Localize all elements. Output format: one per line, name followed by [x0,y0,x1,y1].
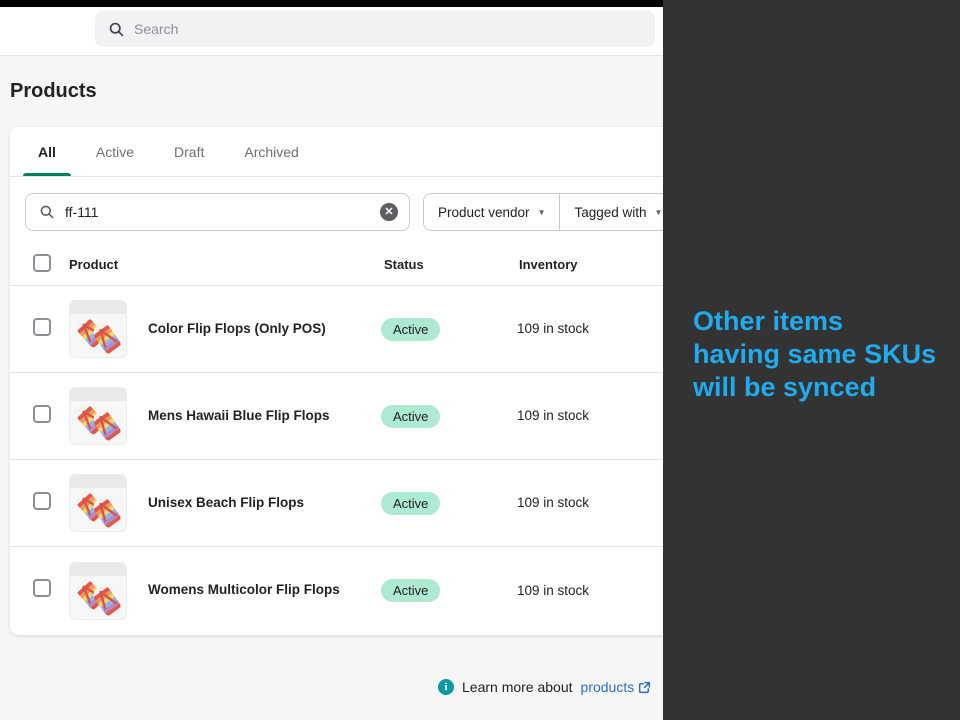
chevron-down-icon: ▼ [537,207,546,217]
table-header: Product Status Inventory [10,244,663,286]
table-row[interactable]: Unisex Beach Flip Flops Active 109 in st… [10,460,663,547]
row-checkbox[interactable] [33,404,51,423]
learn-more-footer: i Learn more about products [438,676,651,698]
search-icon [109,22,124,36]
tab-all[interactable]: All [23,127,71,176]
external-link-icon [639,681,651,693]
table-row[interactable]: Womens Multicolor Flip Flops Active 109 … [10,547,663,634]
clear-search-icon[interactable]: ✕ [380,203,398,221]
product-search-input[interactable] [65,204,370,220]
inventory-value: 109 in stock [517,408,590,423]
product-thumbnail [69,474,127,532]
tab-active[interactable]: Active [81,127,149,176]
info-icon: i [438,679,454,695]
product-title[interactable]: Color Flip Flops (Only POS) [148,321,326,336]
filter-area: ✕ Product vendor ▼ Tagged with ▼ [10,177,663,244]
tagged-with-filter[interactable]: Tagged with ▼ [559,194,663,230]
annotation-line: Other items [693,306,844,336]
products-link[interactable]: products [581,679,652,695]
product-thumbnail [69,300,127,358]
inventory-value: 109 in stock [517,582,590,598]
product-thumbnail [69,387,127,445]
product-vendor-label: Product vendor [438,204,530,220]
tab-archived[interactable]: Archived [229,127,313,176]
annotation-line: will be synced [693,372,877,402]
inventory-value: 109 in stock [517,321,590,336]
annotation-text: Other items having same SKUs will be syn… [693,305,936,404]
app-header [0,7,663,56]
product-title[interactable]: Womens Multicolor Flip Flops [148,582,340,597]
row-checkbox[interactable] [33,491,51,510]
footer-text: Learn more about [462,679,573,695]
product-title[interactable]: Unisex Beach Flip Flops [148,495,304,510]
column-inventory: Inventory [519,257,578,272]
annotation-line: having same SKUs [693,339,937,369]
row-checkbox[interactable] [33,317,51,336]
table-row[interactable]: Mens Hawaii Blue Flip Flops Active 109 i… [10,373,663,460]
product-thumbnail [69,561,127,620]
admin-pane: Products All Active Draft Archived ✕ Pro… [0,0,663,720]
status-badge: Active [381,491,441,515]
column-status: Status [384,257,424,272]
tagged-with-label: Tagged with [574,204,647,220]
top-black-bar [0,0,663,7]
global-search-input[interactable] [134,21,574,37]
annotation-panel: Other items having same SKUs will be syn… [663,0,960,720]
status-badge: Active [381,404,441,428]
global-search[interactable] [95,11,655,47]
tab-draft[interactable]: Draft [159,127,219,176]
tab-bar: All Active Draft Archived [10,127,663,177]
select-all-checkbox[interactable] [33,254,51,272]
product-vendor-filter[interactable]: Product vendor ▼ [424,194,559,230]
column-product: Product [69,257,119,272]
product-filter-search[interactable]: ✕ [25,193,410,231]
product-title[interactable]: Mens Hawaii Blue Flip Flops [148,408,330,423]
filter-group: Product vendor ▼ Tagged with ▼ [423,193,663,231]
inventory-value: 109 in stock [517,495,590,510]
status-badge: Active [381,317,441,341]
chevron-down-icon: ▼ [654,207,663,217]
page-title: Products [10,80,97,102]
status-badge: Active [381,579,441,602]
products-card: All Active Draft Archived ✕ Product vend… [10,127,663,635]
search-icon [40,205,54,219]
table-row[interactable]: Color Flip Flops (Only POS) Active 109 i… [10,286,663,373]
products-link-label: products [580,679,635,695]
row-checkbox[interactable] [33,579,51,597]
